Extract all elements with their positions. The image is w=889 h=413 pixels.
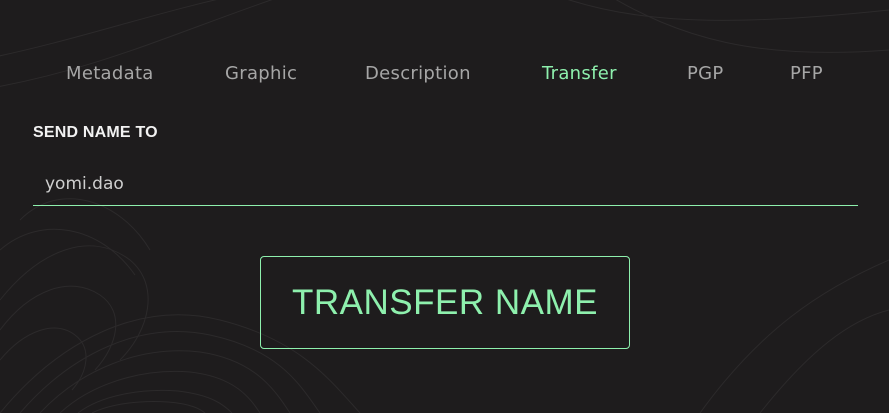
- tab-pgp[interactable]: PGP: [687, 62, 724, 86]
- recipient-input[interactable]: [33, 166, 858, 202]
- send-name-to-label: SEND NAME TO: [33, 124, 158, 141]
- tab-transfer[interactable]: Transfer: [542, 62, 617, 86]
- transfer-name-button[interactable]: TRANSFER NAME: [260, 256, 630, 349]
- tab-metadata[interactable]: Metadata: [66, 62, 154, 86]
- tab-description[interactable]: Description: [365, 62, 471, 86]
- tab-bar: Metadata Graphic Description Transfer PG…: [0, 62, 889, 88]
- tab-pfp[interactable]: PFP: [790, 62, 823, 86]
- tab-graphic[interactable]: Graphic: [225, 62, 297, 86]
- recipient-field: [33, 166, 858, 206]
